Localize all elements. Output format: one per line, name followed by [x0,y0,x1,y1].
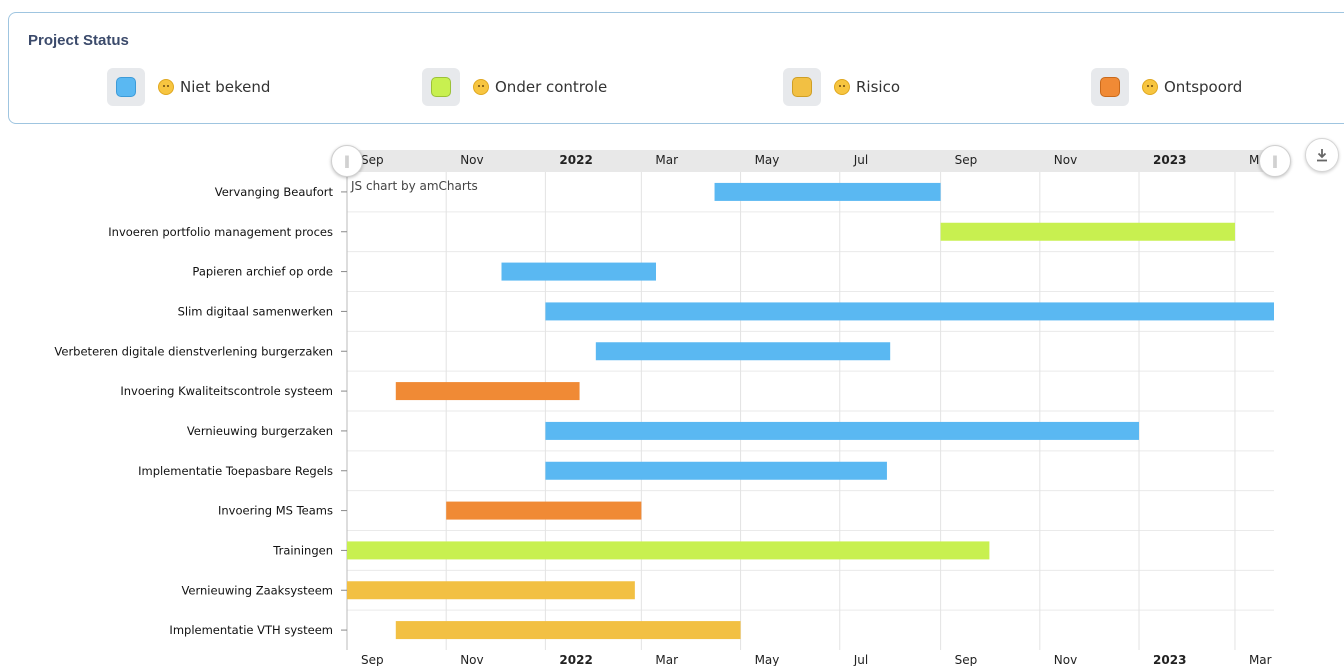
scrollbar-start-grip-icon[interactable]: ‖ [331,145,363,177]
color-swatch [792,77,812,97]
category-label: Papieren archief op orde [192,265,333,279]
download-button[interactable] [1305,138,1339,172]
scrollbar-tick-label: Nov [1054,153,1077,167]
task-bar [501,262,656,281]
legend-item-risico[interactable]: Risico [783,68,900,106]
task-bar [446,501,642,520]
category-label: Vernieuwing Zaaksysteem [181,583,333,597]
task-bar [395,621,741,640]
color-swatch [431,77,451,97]
smiling-face-icon [473,79,489,95]
legend-item-niet-bekend[interactable]: Niet bekend [107,68,270,106]
scrollbar-tick-label: 2023 [1153,153,1186,167]
task-bar [545,302,1274,321]
category-label: Verbeteren digitale dienstverlening burg… [54,344,333,358]
scrollbar-tick-label: Mar [655,153,678,167]
worried-face-icon [1142,79,1158,95]
category-label: Vernieuwing burgerzaken [187,424,333,438]
scrollbar-tick-label: 2022 [559,153,592,167]
x-tick-label: Nov [460,653,483,666]
legend-label: Ontspoord [1164,78,1243,96]
legend-label: Niet bekend [180,78,271,96]
task-bar [940,222,1235,241]
task-bar [714,182,941,201]
cropped-header-text [0,0,300,3]
swatch-box[interactable] [1091,68,1129,106]
x-tick-label: Sep [955,653,978,666]
x-tick-label: Sep [361,653,384,666]
project-status-panel: Project Status Niet bekend Onder control… [8,12,1344,124]
color-swatch [116,77,136,97]
legend-item-onder-controle[interactable]: Onder controle [422,68,607,106]
amcharts-watermark: JS chart by amCharts [350,179,478,193]
scrollbar-tick-label: Sep [361,153,384,167]
scrollbar-tick-label: Jul [853,153,868,167]
category-label: Vervanging Beaufort [215,185,334,199]
task-bar [347,541,990,560]
swatch-box[interactable] [783,68,821,106]
category-label: Trainingen [272,543,333,557]
legend-item-ontspoord[interactable]: Ontspoord [1091,68,1242,106]
category-label: Slim digitaal samenwerken [178,304,333,318]
category-label: Implementatie VTH systeem [169,623,333,637]
swatch-box[interactable] [107,68,145,106]
category-label: Invoering MS Teams [218,504,333,518]
thinking-face-icon [158,79,174,95]
task-bar [545,421,1140,440]
legend-label: Risico [856,78,900,96]
x-tick-label: Nov [1054,653,1077,666]
gantt-chart: Sep Sep Nov Nov 2022 2022 Mar Mar May May Jul Jul Se… [54,150,1284,666]
scrollbar-end-grip-icon[interactable]: ‖ [1259,145,1291,177]
slightly-frowning-face-icon [834,79,850,95]
task-bar [595,342,891,361]
category-label: Implementatie Toepasbare Regels [138,464,333,478]
scrollbar-tick-label: May [755,153,780,167]
panel-title: Project Status [28,32,129,49]
category-label: Invoering Kwaliteitscontrole systeem [120,384,333,398]
x-tick-label: May [755,653,780,666]
x-tick-label: Mar [1249,653,1272,666]
task-bar [395,382,580,401]
scrollbar-tick-label: Sep [955,153,978,167]
task-bar [347,581,635,600]
task-bar [545,461,887,480]
x-tick-label: Jul [853,653,868,666]
x-tick-label: Mar [655,653,678,666]
color-swatch [1100,77,1120,97]
swatch-box[interactable] [422,68,460,106]
x-tick-label: 2023 [1153,653,1186,666]
download-icon [1317,149,1327,162]
legend-label: Onder controle [495,78,608,96]
x-tick-label: 2022 [559,653,592,666]
category-label: Invoeren portfolio management proces [108,225,333,239]
scrollbar-tick-label: Nov [460,153,483,167]
